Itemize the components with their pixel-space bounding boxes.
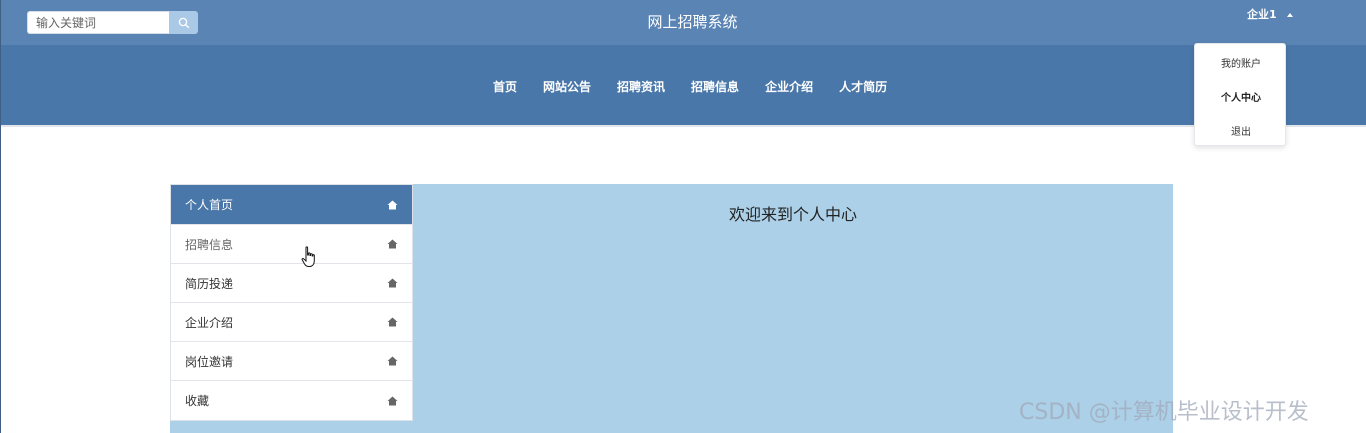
main-navbar: 首页 网站公告 招聘资讯 招聘信息 企业介绍 人才简历 (1, 45, 1366, 125)
nav-item-recruit-news[interactable]: 招聘资讯 (604, 78, 678, 95)
user-dropdown-menu: 我的账户 个人中心 退出 (1194, 43, 1286, 146)
home-icon (387, 278, 398, 288)
menu-item-personal-center[interactable]: 个人中心 (1195, 89, 1287, 104)
sidebar-item-label: 岗位邀请 (185, 354, 234, 369)
header-divider (1, 125, 1366, 127)
top-bar: 网上招聘系统 企业1 (1, 0, 1366, 45)
menu-item-logout[interactable]: 退出 (1195, 123, 1287, 138)
nav-item-talent-resumes[interactable]: 人才简历 (826, 78, 900, 95)
sidebar-item-personal-home[interactable]: 个人首页 (171, 185, 412, 225)
home-icon (387, 239, 398, 249)
site-title: 网上招聘系统 (647, 13, 738, 31)
nav-item-announcements[interactable]: 网站公告 (530, 78, 604, 95)
sidebar-item-label: 招聘信息 (185, 237, 234, 252)
nav-menu: 首页 网站公告 招聘资讯 招聘信息 企业介绍 人才简历 (480, 78, 900, 95)
menu-item-my-account[interactable]: 我的账户 (1195, 55, 1287, 70)
home-icon (387, 396, 398, 405)
home-icon (387, 356, 398, 366)
caret-up-icon (1286, 12, 1293, 17)
hand-cursor-icon (301, 246, 315, 267)
sidebar-item-favorites[interactable]: 收藏 (171, 381, 412, 420)
welcome-heading: 欢迎来到个人中心 (728, 205, 857, 224)
page: 网上招聘系统 企业1 首页 网站公告 招聘资讯 招聘信息 企业介绍 人才简历 我… (0, 0, 1366, 433)
sidebar-item-label: 企业介绍 (185, 315, 234, 330)
sidebar-item-label: 个人首页 (185, 198, 234, 212)
sidebar-item-recruit-info[interactable]: 招聘信息 (171, 225, 412, 264)
sidebar-item-resume-delivery[interactable]: 简历投递 (171, 264, 412, 303)
sidebar-item-label: 简历投递 (185, 276, 234, 291)
sidebar-item-job-invitation[interactable]: 岗位邀请 (171, 342, 412, 381)
nav-item-company-intro[interactable]: 企业介绍 (752, 78, 826, 95)
user-name: 企业1 (1247, 8, 1277, 21)
sidebar-menu: 个人首页 招聘信息 简历投递 企业介绍 岗位邀请 收藏 (170, 184, 413, 421)
sidebar-item-label: 收藏 (185, 394, 210, 408)
nav-item-home[interactable]: 首页 (480, 78, 530, 95)
home-icon (387, 317, 398, 327)
sidebar-item-company-intro[interactable]: 企业介绍 (171, 303, 412, 342)
watermark: CSDN @计算机毕业设计开发 (1019, 400, 1309, 425)
nav-item-recruit-info[interactable]: 招聘信息 (678, 78, 752, 95)
user-menu-toggle[interactable]: 企业1 (1247, 6, 1293, 22)
home-icon (387, 200, 398, 209)
